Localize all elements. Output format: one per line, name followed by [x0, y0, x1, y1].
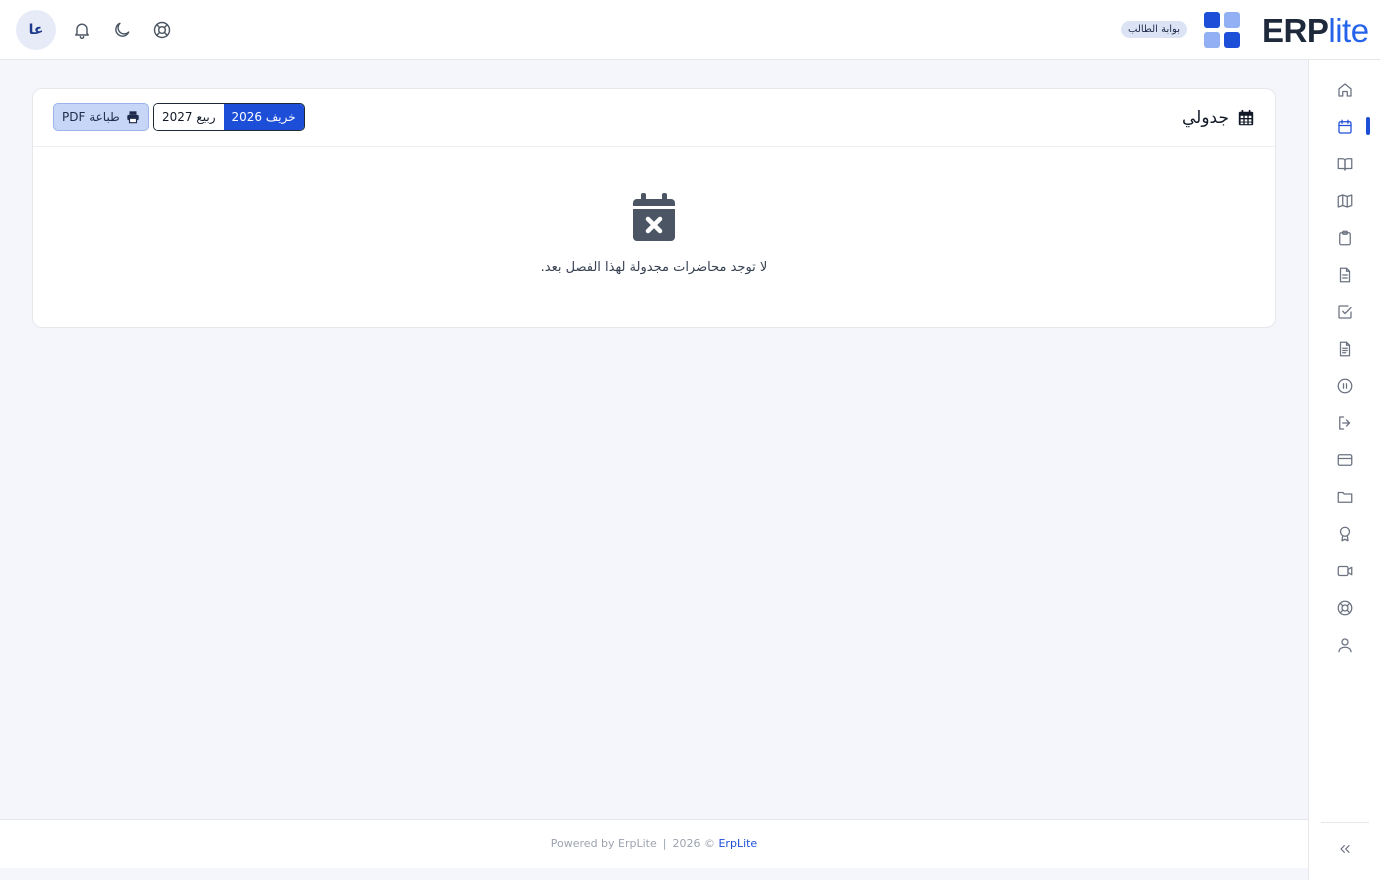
sidebar-item-withdraw[interactable] — [1333, 411, 1357, 435]
sidebar-item-videos[interactable] — [1333, 559, 1357, 583]
logo-mark-icon — [1204, 12, 1241, 48]
footer-brand-link[interactable]: ErpLite — [718, 837, 757, 850]
pause-circle-icon — [1337, 378, 1353, 394]
support-icon[interactable] — [150, 18, 174, 42]
page-title: جدولي — [1182, 108, 1229, 128]
schedule-card: جدولي ربيع 2027 خريف 2026 طباعة PDF لا ت… — [32, 88, 1276, 328]
calendar-icon — [1338, 119, 1352, 134]
print-pdf-label: طباعة PDF — [62, 110, 120, 124]
credit-card-icon — [1337, 454, 1353, 466]
empty-state: لا توجد محاضرات مجدولة لهذا الفصل بعد. — [33, 147, 1275, 327]
lifebuoy-icon — [1337, 600, 1353, 616]
footer-powered-by: Powered by ErpLite — [550, 837, 657, 850]
sidebar-item-schedule[interactable] — [1333, 115, 1357, 139]
sidebar-item-home[interactable] — [1333, 78, 1357, 102]
active-indicator — [1366, 117, 1370, 135]
sidebar-item-tasks[interactable] — [1333, 300, 1357, 324]
print-pdf-button[interactable]: طباعة PDF — [53, 103, 149, 131]
award-icon — [1339, 526, 1351, 542]
user-avatar[interactable]: عا — [16, 10, 56, 50]
sidebar-divider — [1321, 822, 1369, 823]
sidebar-item-certificates[interactable] — [1333, 522, 1357, 546]
bell-icon[interactable] — [70, 18, 94, 42]
sidebar-item-suspension[interactable] — [1333, 374, 1357, 398]
sidebar-item-clipboard[interactable] — [1333, 226, 1357, 250]
portal-badge: بوابة الطالب — [1121, 21, 1187, 38]
term-spring-2027[interactable]: ربيع 2027 — [154, 104, 224, 130]
book-icon — [1337, 158, 1353, 171]
app-logo[interactable]: ERPlite — [1262, 13, 1369, 49]
sidebar-item-profile[interactable] — [1333, 633, 1357, 657]
sidebar — [1308, 60, 1380, 880]
top-bar: عا بوابة الطالب ERPlite — [0, 0, 1380, 60]
clipboard-icon — [1339, 230, 1351, 246]
document-icon — [1339, 267, 1351, 283]
footer-copyright: 2026 © — [672, 837, 715, 850]
sidebar-item-courses[interactable] — [1333, 152, 1357, 176]
sidebar-collapse-button[interactable] — [1334, 838, 1356, 860]
moon-icon[interactable] — [110, 18, 134, 42]
printer-icon — [126, 111, 139, 124]
card-header: جدولي ربيع 2027 خريف 2026 طباعة PDF — [33, 89, 1275, 147]
home-icon — [1338, 83, 1352, 97]
schedule-title: جدولي — [1182, 106, 1255, 130]
checkbox-icon — [1338, 305, 1352, 319]
sidebar-item-documents[interactable] — [1333, 263, 1357, 287]
sidebar-item-files[interactable] — [1333, 485, 1357, 509]
logo-text-light: lite — [1328, 12, 1369, 49]
calendar-table-icon — [1238, 109, 1254, 126]
footer-separator: | — [662, 837, 667, 850]
footer-text: Powered by ErpLite | 2026 © ErpLite — [0, 837, 1308, 850]
logout-icon — [1339, 416, 1351, 430]
footer: Powered by ErpLite | 2026 © ErpLite — [0, 819, 1308, 868]
sidebar-item-map[interactable] — [1333, 189, 1357, 213]
folder-icon — [1337, 491, 1353, 503]
sidebar-item-support[interactable] — [1333, 596, 1357, 620]
file-text-icon — [1339, 341, 1351, 357]
chevrons-left-icon — [1340, 845, 1350, 853]
logo-text-bold: ERP — [1262, 12, 1329, 49]
empty-message: لا توجد محاضرات مجدولة لهذا الفصل بعد. — [540, 260, 768, 275]
term-selector: ربيع 2027 خريف 2026 — [153, 103, 305, 131]
sidebar-item-records[interactable] — [1333, 337, 1357, 361]
sidebar-item-payments[interactable] — [1333, 448, 1357, 472]
video-icon — [1337, 565, 1353, 577]
term-fall-2026[interactable]: خريف 2026 — [223, 104, 304, 130]
calendar-x-icon — [633, 193, 675, 241]
map-icon — [1337, 194, 1353, 208]
user-icon — [1338, 638, 1352, 653]
